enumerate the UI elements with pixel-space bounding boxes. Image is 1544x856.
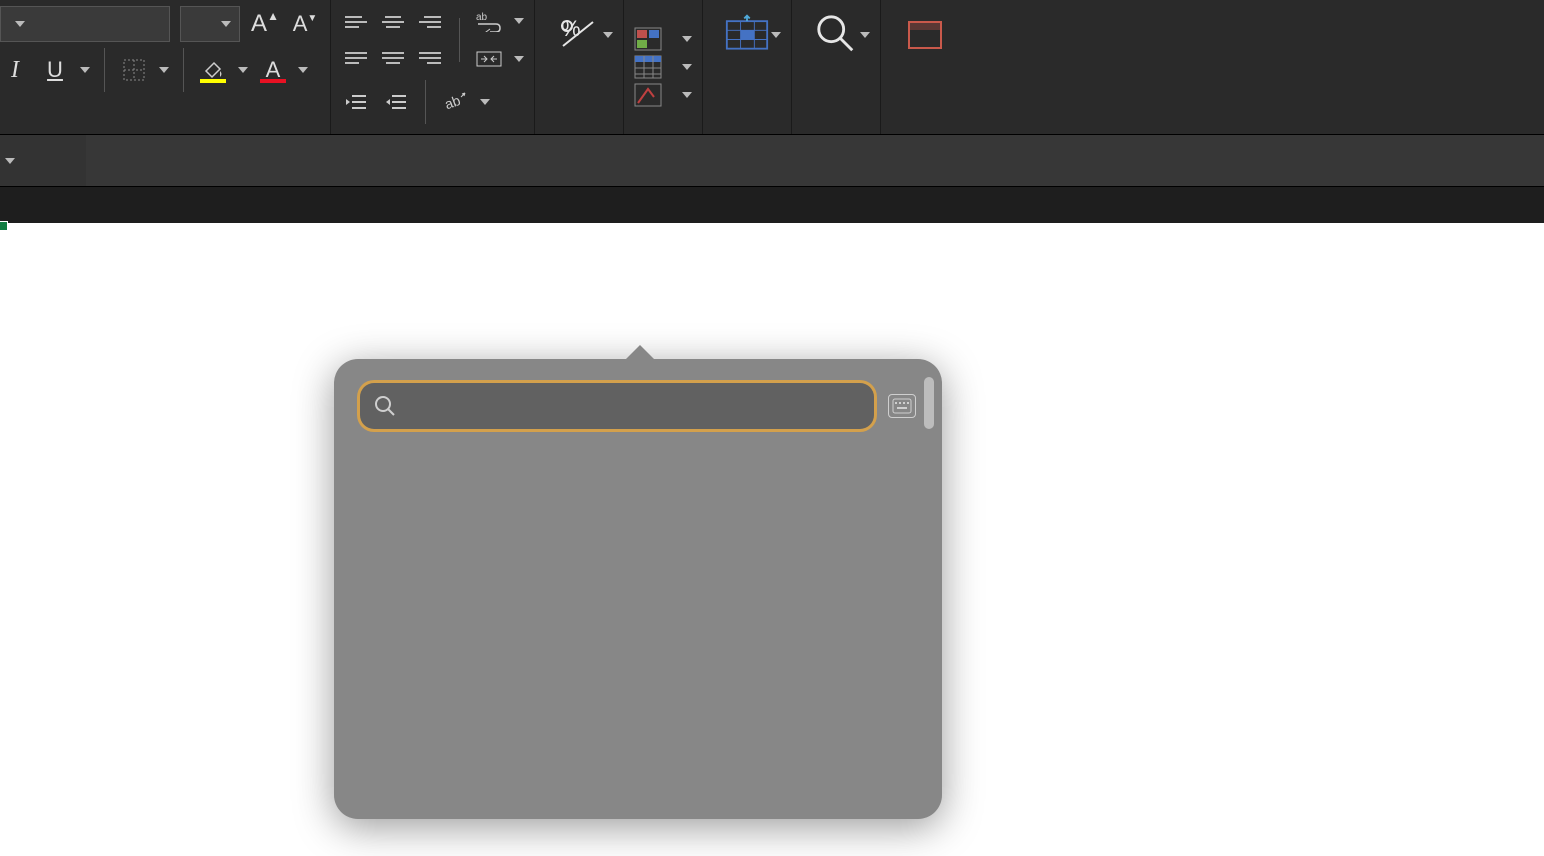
formula-bar bbox=[0, 135, 1544, 187]
font-name-dropdown[interactable] bbox=[0, 6, 170, 42]
svg-text:ab: ab bbox=[476, 12, 488, 23]
indent-icon bbox=[384, 92, 408, 112]
chevron-down-icon bbox=[682, 36, 692, 42]
separator bbox=[425, 80, 426, 124]
chevron-down-icon bbox=[682, 92, 692, 98]
number-group: % bbox=[535, 0, 624, 134]
chevron-down-icon[interactable] bbox=[603, 32, 613, 38]
chevron-down-icon bbox=[15, 21, 25, 27]
decrease-font-size-button[interactable]: A▼ bbox=[290, 9, 320, 39]
formula-input[interactable] bbox=[86, 135, 1544, 186]
underline-button[interactable]: U bbox=[40, 55, 70, 85]
chevron-down-icon[interactable] bbox=[5, 158, 15, 164]
chevron-down-icon[interactable] bbox=[80, 67, 90, 73]
separator bbox=[459, 18, 460, 62]
alignment-group: ab ab bbox=[331, 0, 535, 134]
addins-icon bbox=[903, 12, 947, 56]
spreadsheet-grid[interactable] bbox=[0, 187, 1544, 856]
conditional-formatting-icon bbox=[634, 27, 662, 51]
emoji-picker-pointer bbox=[624, 345, 656, 361]
orientation-icon: ab bbox=[443, 91, 467, 113]
editing-group bbox=[792, 0, 881, 134]
emoji-search-input[interactable] bbox=[406, 392, 860, 420]
cells-icon bbox=[725, 12, 769, 56]
chevron-down-icon[interactable] bbox=[514, 56, 524, 62]
conditional-formatting-button[interactable] bbox=[634, 27, 692, 51]
chevron-down-icon[interactable] bbox=[298, 67, 308, 73]
svg-text:ab: ab bbox=[443, 92, 463, 112]
chevron-down-icon[interactable] bbox=[480, 99, 490, 105]
font-group: A▲ A▼ I U A bbox=[0, 0, 331, 134]
orientation-button[interactable]: ab bbox=[440, 87, 470, 117]
styles-group bbox=[624, 0, 703, 134]
separator bbox=[104, 48, 105, 92]
search-icon bbox=[814, 12, 858, 56]
ribbon: A▲ A▼ I U A bbox=[0, 0, 1544, 135]
align-bottom-center[interactable] bbox=[377, 42, 409, 74]
align-bottom-right[interactable] bbox=[413, 42, 445, 74]
separator bbox=[183, 48, 184, 92]
wrap-text-button[interactable]: ab bbox=[474, 6, 504, 36]
emoji-picker bbox=[334, 359, 942, 819]
format-as-table-button[interactable] bbox=[634, 55, 692, 79]
fill-color-button[interactable] bbox=[198, 55, 228, 85]
chevron-down-icon bbox=[221, 21, 231, 27]
table-icon bbox=[634, 55, 662, 79]
italic-button[interactable]: I bbox=[0, 55, 30, 85]
merge-icon bbox=[476, 48, 502, 70]
chevron-down-icon[interactable] bbox=[860, 32, 870, 38]
increase-font-size-button[interactable]: A▲ bbox=[250, 9, 280, 39]
chevron-down-icon bbox=[682, 64, 692, 70]
align-top-center[interactable] bbox=[377, 6, 409, 38]
column-headers bbox=[0, 187, 1544, 223]
borders-icon bbox=[123, 59, 145, 81]
font-color-button[interactable]: A bbox=[258, 55, 288, 85]
wrap-text-icon: ab bbox=[476, 10, 502, 32]
emoji-picker-body bbox=[334, 359, 942, 819]
bucket-icon bbox=[202, 59, 224, 81]
align-top-right[interactable] bbox=[413, 6, 445, 38]
cell-styles-icon bbox=[634, 83, 662, 107]
cell-selection-outline bbox=[0, 223, 6, 229]
chevron-down-icon[interactable] bbox=[771, 32, 781, 38]
align-top-left[interactable] bbox=[341, 6, 373, 38]
percent-icon: % bbox=[557, 12, 601, 56]
addins-button[interactable] bbox=[891, 6, 959, 62]
chevron-down-icon[interactable] bbox=[238, 67, 248, 73]
emoji-search-field[interactable] bbox=[360, 383, 874, 429]
chevron-down-icon[interactable] bbox=[159, 67, 169, 73]
cell-styles-button[interactable] bbox=[634, 83, 692, 107]
decrease-indent-button[interactable] bbox=[341, 87, 371, 117]
alignment-grid bbox=[341, 6, 445, 74]
search-icon bbox=[374, 395, 396, 417]
align-bottom-left[interactable] bbox=[341, 42, 373, 74]
outdent-icon bbox=[344, 92, 368, 112]
cells-group bbox=[703, 0, 792, 134]
increase-indent-button[interactable] bbox=[381, 87, 411, 117]
font-size-dropdown[interactable] bbox=[180, 6, 240, 42]
borders-button[interactable] bbox=[119, 55, 149, 85]
keyboard-icon bbox=[892, 398, 912, 414]
expand-character-viewer-button[interactable] bbox=[888, 394, 916, 418]
merge-center-button[interactable] bbox=[474, 44, 504, 74]
chevron-down-icon[interactable] bbox=[514, 18, 524, 24]
scrollbar-thumb[interactable] bbox=[924, 377, 934, 429]
addins-group bbox=[881, 0, 969, 134]
